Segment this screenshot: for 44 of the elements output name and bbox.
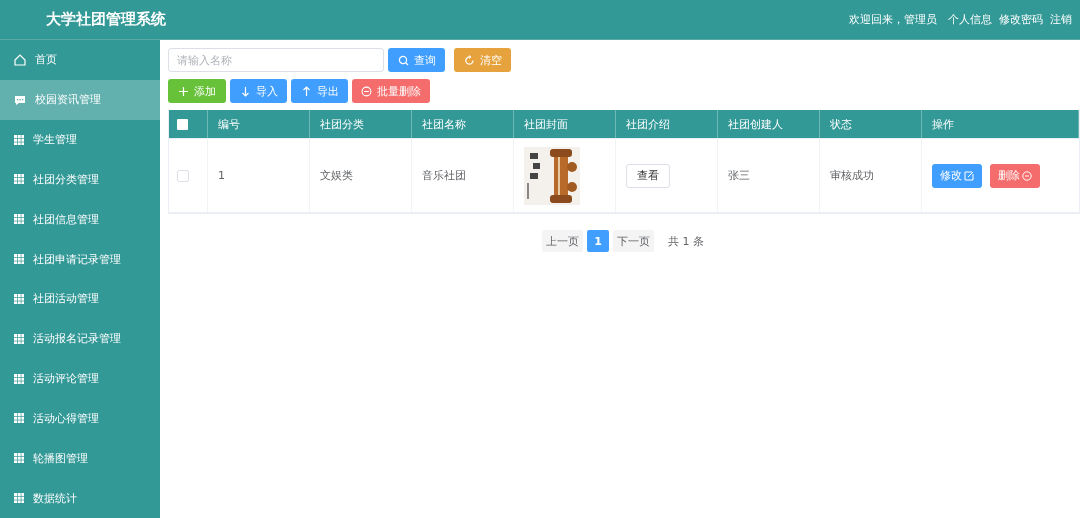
welcome-text: 欢迎回来，管理员	[849, 12, 937, 27]
header-link[interactable]: 修改密码	[999, 12, 1043, 27]
sidebar-item[interactable]: 活动心得管理	[0, 398, 160, 439]
table-cell: 文娱类	[310, 139, 412, 212]
table-cell: 审核成功	[820, 139, 922, 212]
sidebar-item[interactable]: 轮播图管理	[0, 438, 160, 479]
action-button[interactable]: 导出	[291, 79, 348, 103]
action-button[interactable]: 添加	[168, 79, 226, 103]
column-header: 社团名称	[412, 110, 514, 138]
header-link[interactable]: 注销	[1050, 12, 1072, 27]
total-count: 共 1 条	[668, 233, 704, 249]
table-cell: 张三	[718, 139, 820, 212]
sidebar-item[interactable]: 社团分类管理	[0, 159, 160, 200]
action-button[interactable]: 导入	[230, 79, 287, 103]
next-page-button[interactable]: 下一页	[613, 230, 654, 252]
column-header: 编号	[208, 110, 310, 138]
previous-page-button[interactable]: 上一页	[542, 230, 583, 252]
sidebar-item[interactable]: 活动报名记录管理	[0, 318, 160, 359]
column-header: 社团创建人	[718, 110, 820, 138]
search-field[interactable]: 请输入名称	[168, 48, 384, 72]
table-cell: 1	[208, 139, 310, 212]
sidebar-item[interactable]: 首页	[0, 40, 160, 80]
table-cell: 音乐社团	[412, 139, 514, 212]
sidebar-item[interactable]: 数据统计	[0, 478, 160, 518]
header-link[interactable]: 个人信息	[948, 12, 992, 27]
action-button[interactable]: 批量删除	[352, 79, 430, 103]
sidebar-item[interactable]: 社团信息管理	[0, 199, 160, 240]
edit-button[interactable]: 修改	[932, 163, 982, 188]
column-header: 社团分类	[310, 110, 412, 138]
action-button[interactable]: 查询	[388, 48, 445, 72]
sidebar-item[interactable]: 活动评论管理	[0, 358, 160, 399]
sidebar-item[interactable]: 校园资讯管理	[0, 79, 160, 120]
page-button[interactable]: 1	[587, 230, 609, 252]
sidebar-item[interactable]: 社团活动管理	[0, 278, 160, 319]
action-button[interactable]: 清空	[454, 48, 511, 72]
column-header: 社团封面	[514, 110, 616, 138]
column-header: 操作	[922, 110, 1079, 138]
column-header: 状态	[820, 110, 922, 138]
app-title: 大学社团管理系统	[46, 10, 166, 29]
column-header: 社团介绍	[616, 110, 718, 138]
sidebar-item[interactable]: 学生管理	[0, 119, 160, 160]
view-button[interactable]: 查看	[626, 163, 670, 188]
sidebar-item[interactable]: 社团申请记录管理	[0, 239, 160, 279]
delete-button[interactable]: 删除	[990, 163, 1040, 188]
